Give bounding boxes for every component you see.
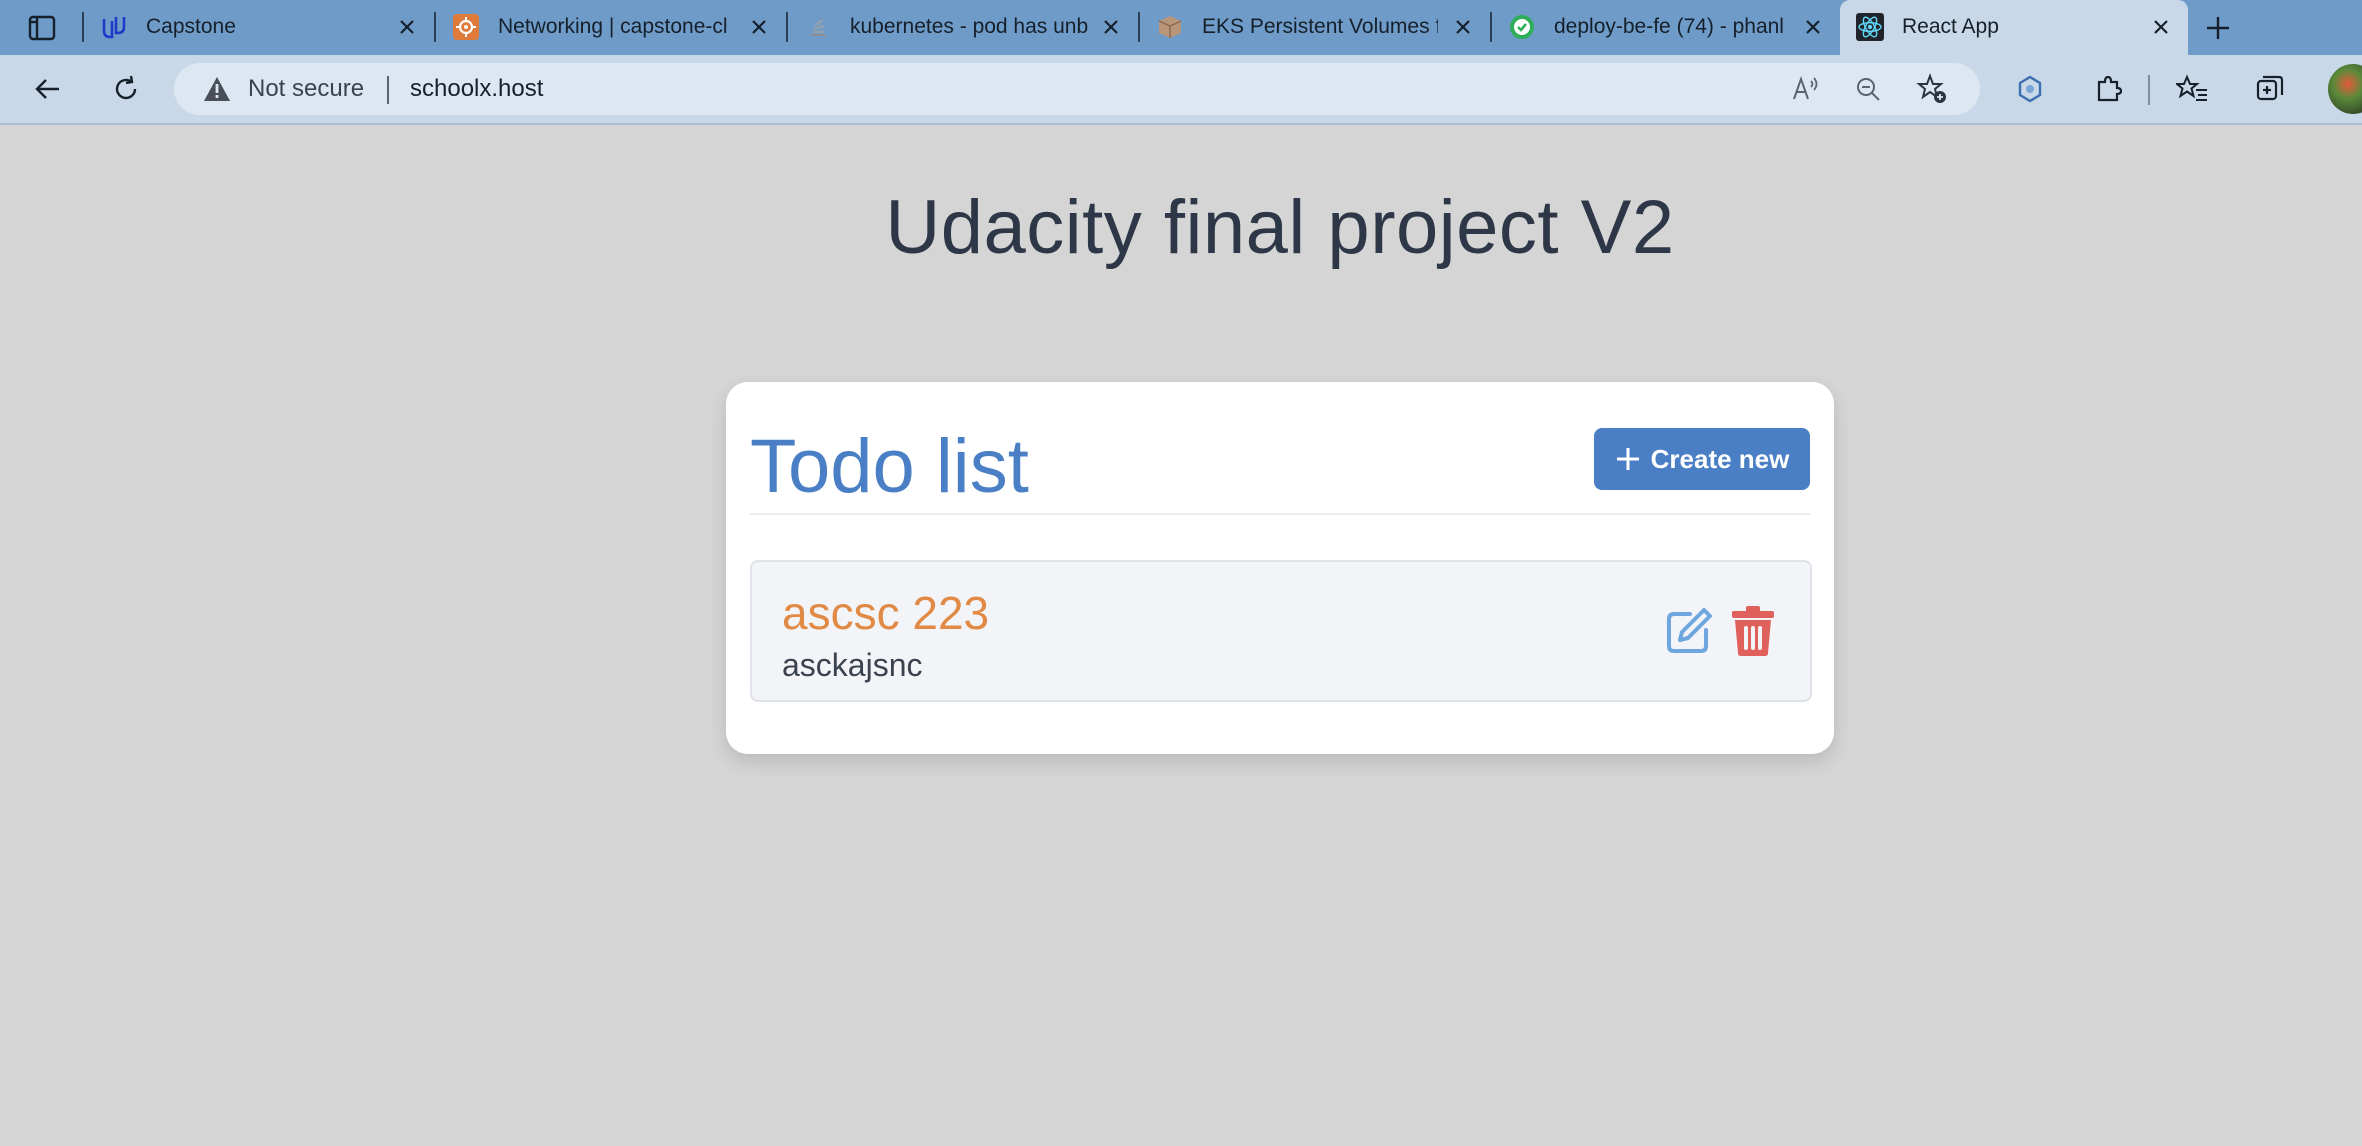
tab-kubernetes[interactable]: kubernetes - pod has unb	[788, 0, 1138, 55]
react-icon	[1856, 13, 1884, 41]
edit-icon	[1667, 608, 1712, 653]
trash-icon	[1732, 606, 1774, 656]
tab-networking[interactable]: Networking | capstone-cl	[436, 0, 786, 55]
todo-list-title: Todo list	[750, 424, 1029, 509]
edit-todo-button[interactable]	[1662, 604, 1716, 658]
copilot-extension-button[interactable]	[2006, 65, 2054, 113]
tab-deploy[interactable]: deploy-be-fe (74) - phanl	[1492, 0, 1840, 55]
extensions-button[interactable]	[2084, 65, 2132, 113]
back-button[interactable]	[24, 65, 72, 113]
tab-eks-volumes[interactable]: EKS Persistent Volumes fc	[1140, 0, 1490, 55]
networking-icon	[452, 13, 480, 41]
tab-react-app[interactable]: React App	[1840, 0, 2188, 56]
refresh-icon	[115, 75, 137, 100]
udacity-icon	[100, 13, 128, 41]
todo-card: Todo list Create new ascsc 223 asckajsnc	[726, 382, 1834, 754]
tab-capstone[interactable]: Capstone	[84, 0, 434, 55]
favorites-star-icon	[2176, 74, 2207, 101]
security-status-label[interactable]: Not secure	[248, 75, 364, 103]
todo-item: ascsc 223 asckajsnc	[750, 560, 1812, 702]
address-divider	[387, 76, 389, 104]
warning-icon[interactable]	[202, 75, 232, 103]
puzzle-icon	[2097, 75, 2123, 102]
browser-toolbar: Not secure schoolx.host	[0, 55, 2362, 125]
package-icon	[1156, 13, 1184, 41]
read-aloud-icon[interactable]	[1788, 71, 1824, 107]
close-tab-icon[interactable]	[1098, 14, 1124, 40]
url-text[interactable]: schoolx.host	[410, 75, 543, 103]
page-title: Udacity final project V2	[0, 184, 2362, 271]
tab-title: Capstone	[146, 15, 236, 38]
toolbar-separator	[2148, 75, 2150, 105]
add-favorite-icon[interactable]	[1914, 71, 1950, 107]
favorites-button[interactable]	[2168, 65, 2216, 113]
close-tab-icon[interactable]	[1800, 14, 1826, 40]
tab-title: kubernetes - pod has unb	[850, 15, 1088, 38]
stackoverflow-icon	[804, 13, 832, 41]
close-tab-icon[interactable]	[394, 14, 420, 40]
page-title-text: Udacity final project V2	[885, 185, 1675, 270]
tab-title: EKS Persistent Volumes fc	[1202, 15, 1438, 38]
create-new-label: Create new	[1650, 443, 1790, 474]
delete-todo-button[interactable]	[1726, 604, 1780, 658]
card-divider	[750, 513, 1810, 515]
address-bar[interactable]: Not secure schoolx.host	[174, 63, 1980, 115]
tab-actions-menu-button[interactable]	[24, 12, 60, 44]
hexagon-extension-icon	[2018, 75, 2042, 103]
todo-item-title: ascsc 223	[782, 587, 990, 639]
arrow-left-icon	[35, 79, 59, 99]
collections-button[interactable]	[2246, 65, 2294, 113]
tab-title: React App	[1902, 15, 1999, 38]
tab-strip: Capstone Networking | capstone-cl kubern…	[0, 0, 2362, 56]
refresh-button[interactable]	[102, 65, 150, 113]
plus-icon	[1616, 448, 1639, 470]
tab-title: Networking | capstone-cl	[498, 15, 728, 38]
plus-icon	[2207, 17, 2229, 39]
todo-item-description: asckajsnc	[782, 647, 923, 683]
tab-title: deploy-be-fe (74) - phanl	[1554, 15, 1784, 38]
profile-avatar[interactable]	[2328, 64, 2362, 114]
close-tab-icon[interactable]	[1450, 14, 1476, 40]
create-new-button[interactable]: Create new	[1594, 428, 1810, 490]
close-tab-icon[interactable]	[2148, 14, 2174, 40]
zoom-out-icon[interactable]	[1850, 71, 1886, 107]
circleci-icon	[1508, 13, 1536, 41]
new-tab-button[interactable]	[2200, 10, 2236, 46]
tab-actions-icon	[28, 15, 56, 41]
collections-icon	[2256, 75, 2284, 101]
close-tab-icon[interactable]	[746, 14, 772, 40]
